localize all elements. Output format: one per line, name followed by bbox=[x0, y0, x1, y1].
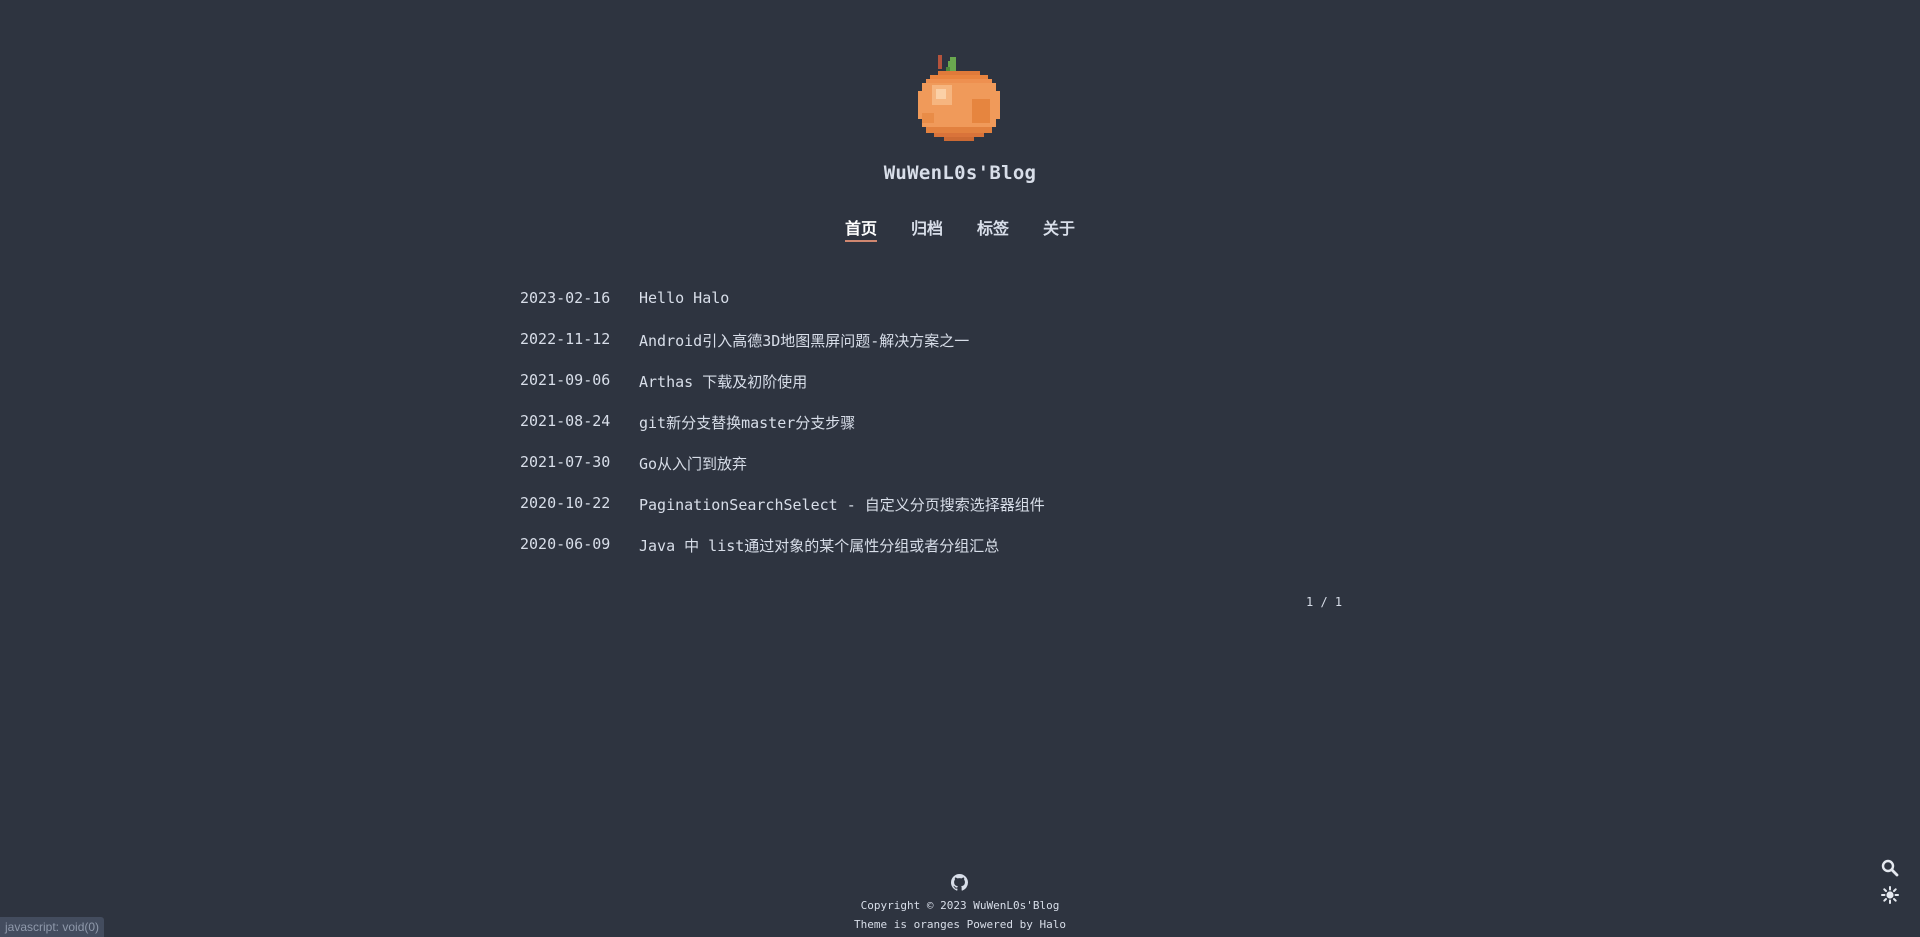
list-item: 2022-11-12 Android引入高德3D地图黑屏问题-解决方案之一 bbox=[520, 330, 1340, 371]
post-title-link[interactable]: git新分支替换master分支步骤 bbox=[639, 412, 855, 433]
list-item: 2020-10-22 PaginationSearchSelect - 自定义分… bbox=[520, 494, 1340, 535]
main-nav: 首页 归档 标签 关于 bbox=[0, 215, 1920, 242]
list-item: 2021-08-24 git新分支替换master分支步骤 bbox=[520, 412, 1340, 453]
post-date: 2020-10-22 bbox=[520, 494, 611, 512]
post-date: 2021-08-24 bbox=[520, 412, 611, 430]
pagination-indicator: 1 / 1 bbox=[1306, 595, 1343, 609]
post-date: 2022-11-12 bbox=[520, 330, 611, 348]
list-item: 2021-07-30 Go从入门到放弃 bbox=[520, 453, 1340, 494]
post-list: 2023-02-16 Hello Halo 2022-11-12 Android… bbox=[520, 289, 1340, 576]
footer-powered-by: Theme is oranges Powered by Halo bbox=[854, 918, 1066, 931]
post-title-link[interactable]: Hello Halo bbox=[639, 289, 729, 307]
page: WuWenL0s'Blog 首页 归档 标签 关于 2023-02-16 Hel… bbox=[0, 0, 1920, 937]
site-title[interactable]: WuWenL0s'Blog bbox=[0, 162, 1920, 184]
nav-tags[interactable]: 标签 bbox=[977, 215, 1009, 241]
post-title-link[interactable]: Android引入高德3D地图黑屏问题-解决方案之一 bbox=[639, 330, 969, 351]
github-icon[interactable] bbox=[951, 874, 968, 891]
nav-archives[interactable]: 归档 bbox=[911, 215, 943, 241]
nav-about[interactable]: 关于 bbox=[1043, 215, 1075, 241]
list-item: 2023-02-16 Hello Halo bbox=[520, 289, 1340, 330]
footer-copyright: Copyright © 2023 WuWenL0s'Blog bbox=[860, 899, 1060, 912]
orange-logo-icon[interactable] bbox=[918, 55, 1000, 145]
post-title-link[interactable]: Arthas 下载及初阶使用 bbox=[639, 371, 807, 392]
post-date: 2020-06-09 bbox=[520, 535, 611, 553]
post-date: 2021-09-06 bbox=[520, 371, 611, 389]
post-title-link[interactable]: PaginationSearchSelect - 自定义分页搜索选择器组件 bbox=[639, 494, 1045, 515]
list-item: 2021-09-06 Arthas 下载及初阶使用 bbox=[520, 371, 1340, 412]
nav-home[interactable]: 首页 bbox=[844, 215, 877, 242]
sun-theme-toggle-icon[interactable] bbox=[1881, 886, 1899, 904]
list-item: 2020-06-09 Java 中 list通过对象的某个属性分组或者分组汇总 bbox=[520, 535, 1340, 576]
browser-status-bar: javascript: void(0) bbox=[0, 917, 105, 937]
post-title-link[interactable]: Java 中 list通过对象的某个属性分组或者分组汇总 bbox=[639, 535, 999, 556]
search-icon[interactable] bbox=[1881, 859, 1899, 877]
post-date: 2021-07-30 bbox=[520, 453, 611, 471]
post-date: 2023-02-16 bbox=[520, 289, 611, 307]
post-title-link[interactable]: Go从入门到放弃 bbox=[639, 453, 747, 474]
